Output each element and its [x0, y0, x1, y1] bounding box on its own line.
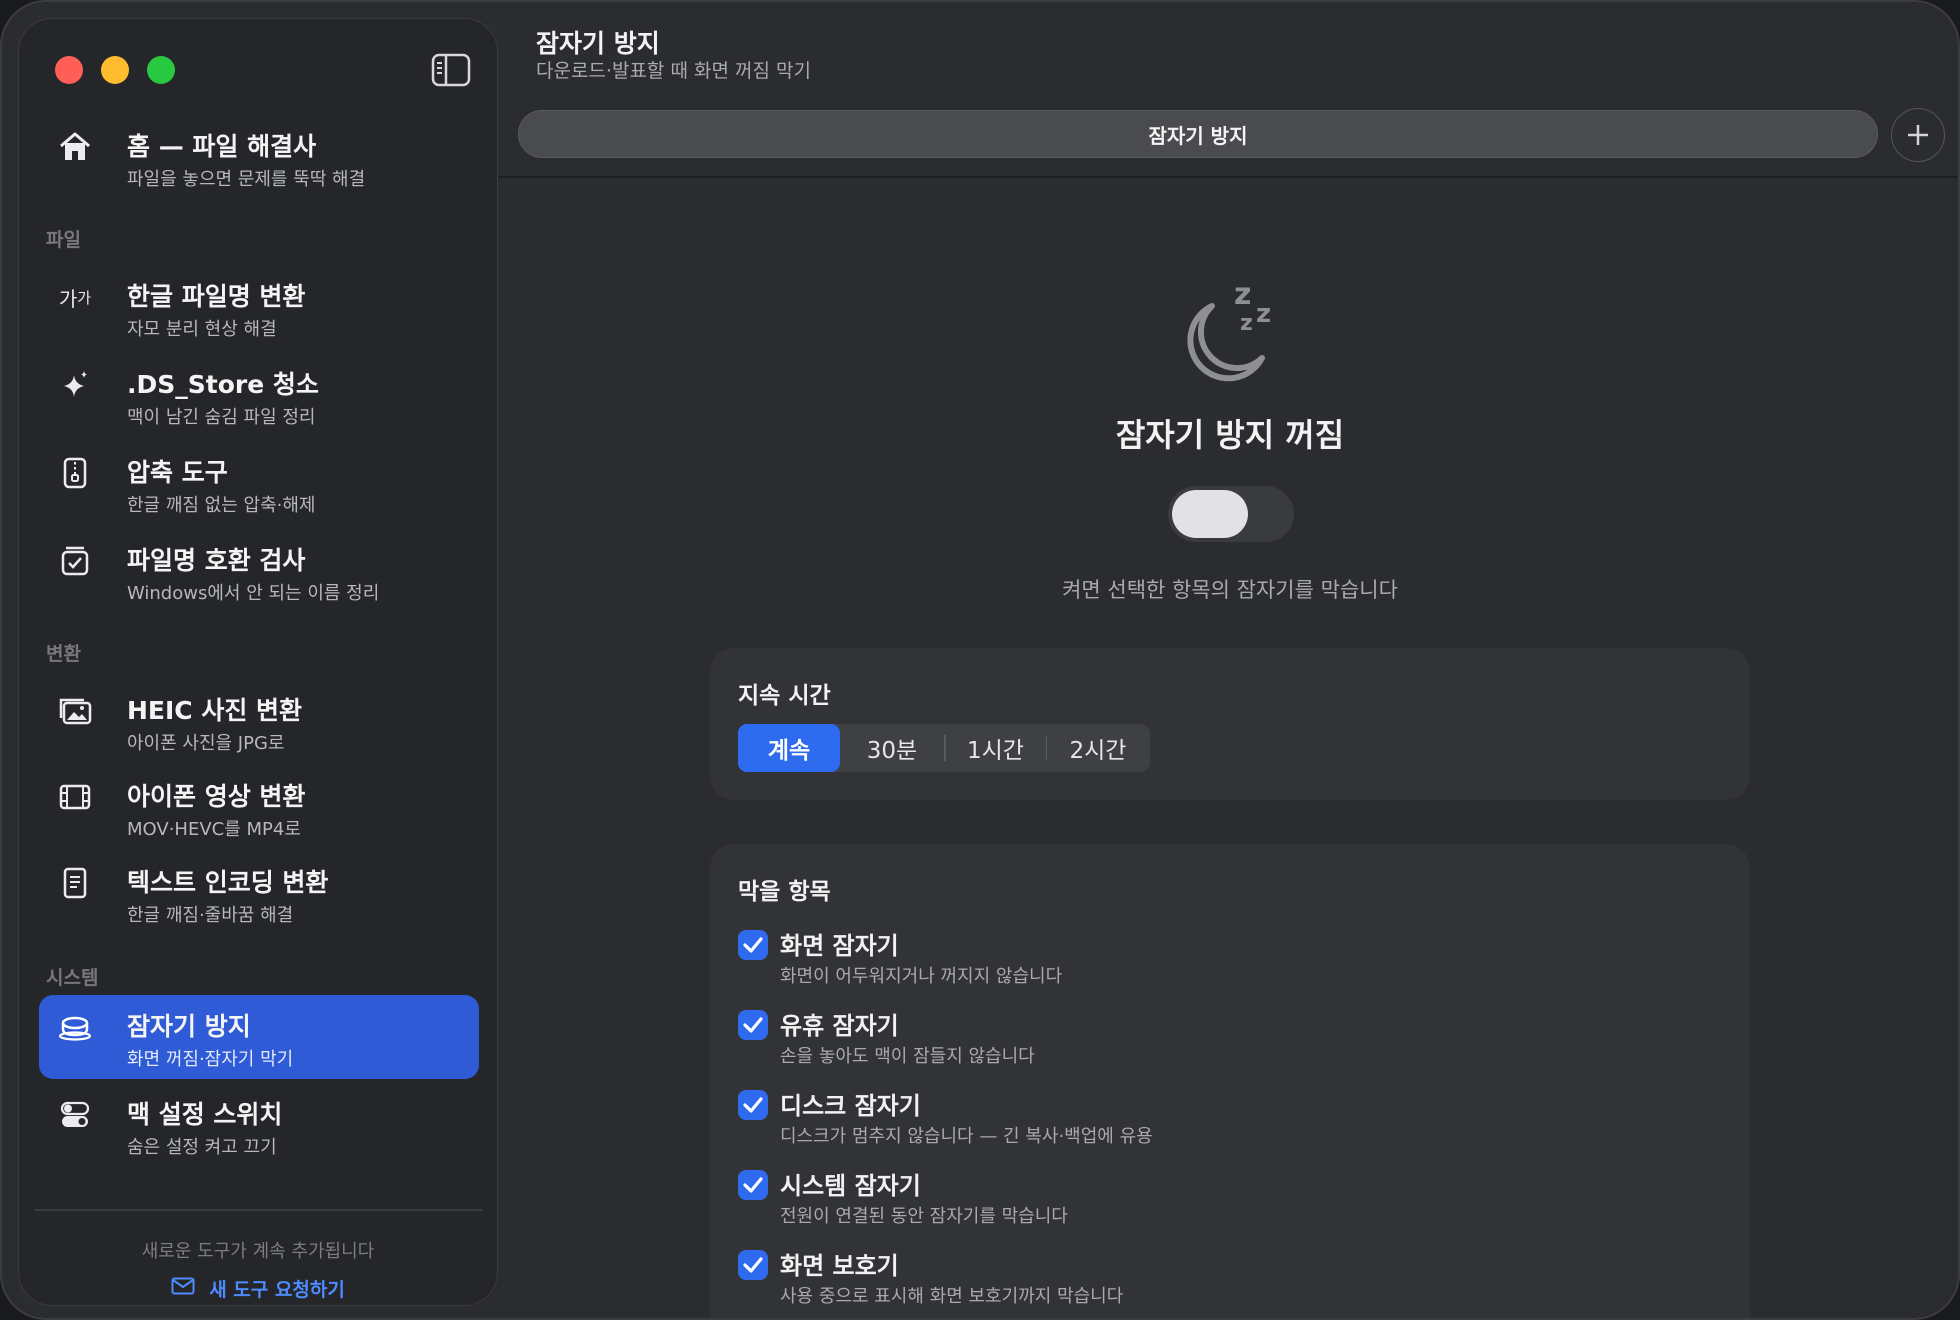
page-title: 잠자기 방지	[536, 29, 660, 58]
sparkle-icon	[57, 367, 93, 403]
sidebar-item-title: 맥 설정 스위치	[127, 1100, 283, 1129]
check-description: 사용 중으로 표시해 화면 보호기까지 막습니다	[780, 1286, 1124, 1307]
prevent-items-card: 막을 항목 화면 잠자기 화면이 어두워지거나 꺼지지 않습니다 유휴 잠자기 …	[710, 844, 1750, 1318]
duration-title: 지속 시간	[738, 683, 831, 709]
duration-option-2h[interactable]: 2시간	[1047, 724, 1149, 772]
check-screensaver[interactable]: 화면 보호기 사용 중으로 표시해 화면 보호기까지 막습니다	[738, 1246, 1638, 1308]
check-label: 화면 잠자기	[780, 932, 899, 960]
check-label: 화면 보호기	[780, 1252, 899, 1280]
sidebar-item-subtitle: 자모 분리 현상 해결	[127, 319, 277, 340]
checklist-icon	[57, 543, 93, 579]
ga-text-icon: 가가	[58, 286, 92, 311]
request-tool-label: 새 도구 요청하기	[209, 1279, 345, 1301]
check-label: 시스템 잠자기	[780, 1172, 921, 1200]
zip-icon	[57, 455, 93, 491]
check-label: 디스크 잠자기	[780, 1092, 921, 1120]
duration-option-continuous[interactable]: 계속	[738, 724, 840, 772]
sidebar-item-title: 파일명 호환 검사	[127, 546, 306, 575]
duration-option-1h[interactable]: 1시간	[946, 724, 1046, 772]
tab-label: 잠자기 방지	[1148, 123, 1248, 148]
sidebar-item-prevent-sleep[interactable]: 잠자기 방지 화면 꺼짐·잠자기 막기	[39, 995, 479, 1079]
minimize-window-button[interactable]	[101, 56, 129, 84]
sidebar-item-home[interactable]: 홈 — 파일 해결사 파일을 놓으면 문제를 뚝딱 해결	[39, 115, 479, 199]
check-system-sleep[interactable]: 시스템 잠자기 전원이 연결된 동안 잠자기를 막습니다	[738, 1166, 1638, 1228]
sidebar-item-filename-check[interactable]: 파일명 호환 검사 Windows에서 안 되는 이름 정리	[39, 529, 479, 613]
cup-icon	[57, 1009, 93, 1045]
page-subtitle: 다운로드·발표할 때 화면 꺼짐 막기	[536, 60, 811, 82]
sidebar-item-hangul-filename[interactable]: 가가 한글 파일명 변환 자모 분리 현상 해결	[39, 265, 479, 349]
sidebar-item-title: 한글 파일명 변환	[127, 282, 306, 311]
duration-option-30min[interactable]: 30분	[840, 724, 944, 772]
app-window: 홈 — 파일 해결사 파일을 놓으면 문제를 뚝딱 해결 파일 가가 한글 파일…	[0, 0, 1960, 1320]
photos-icon	[57, 693, 93, 729]
sidebar-item-mac-settings[interactable]: 맥 설정 스위치 숨은 설정 켜고 끄기	[39, 1083, 479, 1167]
svg-text:z: z	[1234, 277, 1251, 312]
sidebar-item-subtitle: 화면 꺼짐·잠자기 막기	[127, 1049, 294, 1070]
zoom-window-button[interactable]	[147, 56, 175, 84]
sidebar: 홈 — 파일 해결사 파일을 놓으면 문제를 뚝딱 해결 파일 가가 한글 파일…	[18, 18, 498, 1306]
sidebar-toggle-icon[interactable]	[431, 53, 471, 87]
sidebar-item-subtitle: 한글 깨짐 없는 압축·해제	[127, 495, 316, 516]
sidebar-item-archive-tool[interactable]: 압축 도구 한글 깨짐 없는 압축·해제	[39, 441, 479, 525]
check-idle-sleep[interactable]: 유휴 잠자기 손을 놓아도 맥이 잠들지 않습니다	[738, 1006, 1638, 1068]
sidebar-item-title: 텍스트 인코딩 변환	[127, 868, 329, 897]
svg-text:z: z	[1256, 299, 1271, 329]
checkbox-checked-icon[interactable]	[738, 1010, 768, 1040]
add-tab-button[interactable]	[1891, 108, 1945, 162]
check-description: 전원이 연결된 동안 잠자기를 막습니다	[780, 1206, 1068, 1227]
svg-text:z: z	[1240, 311, 1253, 336]
duration-segmented-control: 계속 30분 1시간 2시간	[738, 724, 1150, 772]
check-description: 손을 놓아도 맥이 잠들지 않습니다	[780, 1046, 1035, 1067]
house-icon	[57, 129, 93, 165]
sidebar-item-title: 압축 도구	[127, 458, 228, 487]
toggle-description: 켜면 선택한 항목의 잠자기를 막습니다	[1062, 578, 1398, 602]
sidebar-item-video-convert[interactable]: 아이폰 영상 변환 MOV·HEVC를 MP4로	[39, 765, 479, 849]
sidebar-item-title: 홈 — 파일 해결사	[127, 132, 317, 161]
envelope-icon	[171, 1277, 195, 1300]
checkbox-checked-icon[interactable]	[738, 1090, 768, 1120]
check-description: 디스크가 멈추지 않습니다 — 긴 복사·백업에 유용	[780, 1126, 1153, 1147]
sidebar-item-subtitle: 한글 깨짐·줄바꿈 해결	[127, 905, 294, 926]
tab-prevent-sleep[interactable]: 잠자기 방지	[518, 110, 1878, 158]
moon-zzz-icon: z z z	[1178, 266, 1278, 386]
sidebar-item-subtitle: 파일을 놓으면 문제를 뚝딱 해결	[127, 169, 366, 190]
sidebar-item-title: HEIC 사진 변환	[127, 696, 303, 725]
sidebar-item-ds-store[interactable]: .DS_Store 청소 맥이 남긴 숨김 파일 정리	[39, 353, 479, 437]
sidebar-item-title: 아이폰 영상 변환	[127, 782, 306, 811]
check-label: 유휴 잠자기	[780, 1012, 899, 1040]
sidebar-item-heic[interactable]: HEIC 사진 변환 아이폰 사진을 JPG로	[39, 679, 479, 763]
plus-icon	[1908, 125, 1928, 145]
film-icon	[57, 779, 93, 815]
prevent-sleep-toggle[interactable]	[1168, 486, 1294, 542]
sidebar-item-subtitle: 맥이 남긴 숨김 파일 정리	[127, 407, 316, 428]
sidebar-item-subtitle: 아이폰 사진을 JPG로	[127, 733, 285, 754]
window-controls	[55, 56, 175, 84]
sidebar-item-text-encoding[interactable]: 텍스트 인코딩 변환 한글 깨짐·줄바꿈 해결	[39, 851, 479, 935]
checkbox-checked-icon[interactable]	[738, 930, 768, 960]
section-label-files: 파일	[46, 229, 81, 251]
toolbar-divider	[498, 176, 1958, 178]
prevent-items-title: 막을 항목	[738, 879, 831, 905]
sidebar-item-subtitle: Windows에서 안 되는 이름 정리	[127, 583, 380, 604]
sidebar-item-title: 잠자기 방지	[127, 1012, 251, 1041]
checkbox-checked-icon[interactable]	[738, 1170, 768, 1200]
duration-card: 지속 시간 계속 30분 1시간 2시간	[710, 648, 1750, 800]
checkbox-checked-icon[interactable]	[738, 1250, 768, 1280]
section-label-system: 시스템	[46, 967, 99, 989]
switches-icon	[57, 1097, 93, 1133]
toggle-knob	[1172, 490, 1248, 538]
sidebar-item-subtitle: 숨은 설정 켜고 끄기	[127, 1137, 277, 1158]
request-tool-link[interactable]: 새 도구 요청하기	[19, 1275, 497, 1302]
prevent-sleep-status: 잠자기 방지 꺼짐	[1115, 416, 1345, 454]
document-icon	[57, 865, 93, 901]
section-label-convert: 변환	[46, 643, 81, 665]
sidebar-item-subtitle: MOV·HEVC를 MP4로	[127, 819, 301, 840]
sidebar-item-title: .DS_Store 청소	[127, 370, 319, 399]
sidebar-divider	[35, 1209, 483, 1211]
close-window-button[interactable]	[55, 56, 83, 84]
check-description: 화면이 어두워지거나 꺼지지 않습니다	[780, 966, 1063, 987]
check-disk-sleep[interactable]: 디스크 잠자기 디스크가 멈추지 않습니다 — 긴 복사·백업에 유용	[738, 1086, 1638, 1148]
footer-note: 새로운 도구가 계속 추가됩니다	[141, 1241, 375, 1262]
check-display-sleep[interactable]: 화면 잠자기 화면이 어두워지거나 꺼지지 않습니다	[738, 926, 1638, 988]
